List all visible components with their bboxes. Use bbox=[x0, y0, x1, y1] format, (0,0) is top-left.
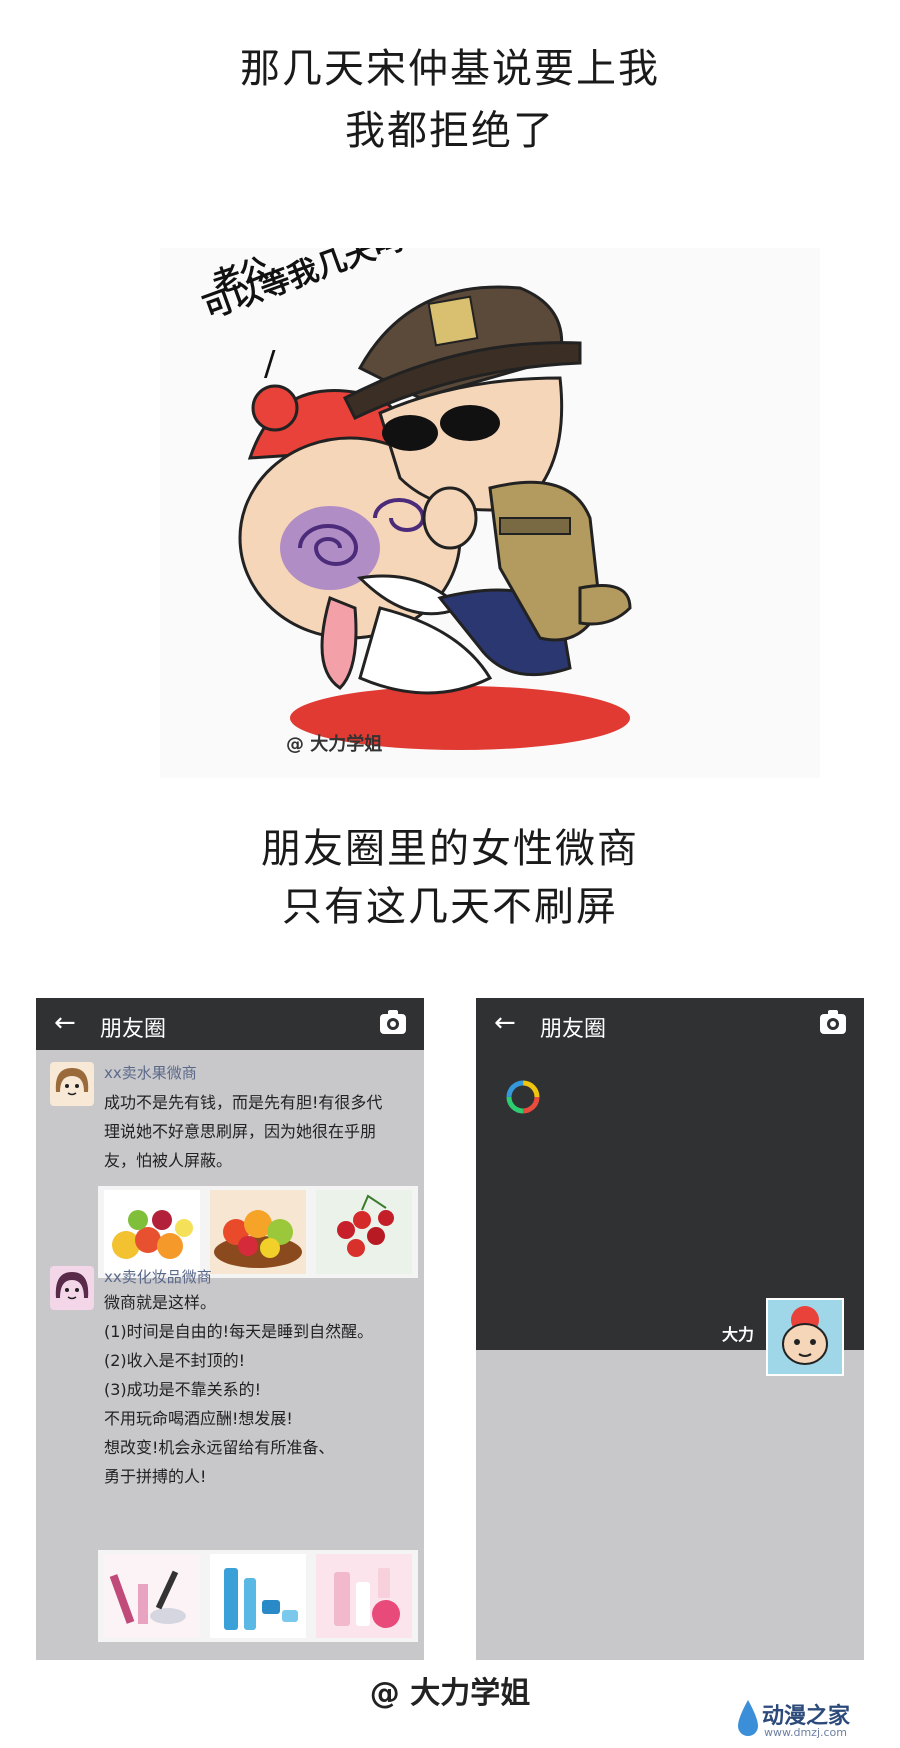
cherries-image[interactable] bbox=[316, 1190, 412, 1274]
top-caption-line1: 那几天宋仲基说要上我 bbox=[240, 46, 660, 92]
top-bar: ← 朋友圈 bbox=[476, 998, 864, 1050]
post-images bbox=[98, 1186, 418, 1278]
left-phone-screen: ← 朋友圈 xx卖水果微商 成功不是先有钱，而是先有胆!有很多代 理说她不好意思… bbox=[36, 998, 424, 1660]
top-bar: ← 朋友圈 bbox=[36, 998, 424, 1050]
top-caption-line2: 我都拒绝了 bbox=[345, 108, 555, 154]
post-username[interactable]: xx卖水果微商 bbox=[104, 1062, 197, 1083]
profile-username[interactable]: 大力 bbox=[722, 1321, 754, 1345]
fruit-basket-image[interactable] bbox=[104, 1190, 200, 1274]
cartoon-drawing bbox=[238, 285, 632, 750]
profile-avatar[interactable] bbox=[766, 1298, 844, 1376]
water-drop-icon bbox=[738, 1700, 758, 1736]
skincare-bottles-image[interactable] bbox=[210, 1554, 306, 1638]
page-title: 朋友圈 bbox=[100, 1017, 167, 1042]
post-images bbox=[98, 1550, 418, 1642]
middle-caption-line1: 朋友圈里的女性微商 bbox=[261, 826, 639, 872]
girl-avatar-icon bbox=[50, 1062, 94, 1106]
cosmetics-set-image[interactable] bbox=[104, 1554, 200, 1638]
loading-spinner-icon bbox=[506, 1080, 540, 1114]
girl-avatar-icon bbox=[50, 1266, 94, 1310]
cartoon-illustration: 老公 可以等我几天吗~ / @ 大力学姐 bbox=[160, 248, 820, 778]
watermark: 动漫之家 www.dmzj.com bbox=[736, 1698, 876, 1742]
page-title: 朋友圈 bbox=[540, 1017, 607, 1042]
middle-caption-line2: 只有这几天不刷屏 bbox=[282, 884, 618, 930]
avatar[interactable] bbox=[50, 1266, 94, 1310]
right-phone-screen: ← 朋友圈 大力 bbox=[476, 998, 864, 1660]
avatar[interactable] bbox=[50, 1062, 94, 1106]
pink-cosmetics-image[interactable] bbox=[316, 1554, 412, 1638]
post-text: 微商就是这样。 (1)时间是自由的!每天是睡到自然醒。 (2)收入是不封顶的! … bbox=[104, 1293, 374, 1486]
camera-icon[interactable] bbox=[380, 1010, 406, 1034]
camera-icon[interactable] bbox=[820, 1010, 846, 1034]
watermark-url: www.dmzj.com bbox=[764, 1726, 847, 1739]
post-text: 成功不是先有钱，而是先有胆!有很多代 理说她不好意思刷屏，因为她很在乎朋 友，怕… bbox=[104, 1093, 383, 1170]
illustration-signature: @ 大力学姐 bbox=[286, 734, 383, 755]
back-arrow-icon[interactable]: ← bbox=[54, 1008, 76, 1038]
back-arrow-icon[interactable]: ← bbox=[494, 1008, 516, 1038]
speech-tail: / bbox=[264, 344, 276, 384]
post-username[interactable]: xx卖化妆品微商 bbox=[104, 1266, 212, 1287]
cartoon-girl-avatar-icon bbox=[768, 1300, 842, 1374]
fruit-bowl-image[interactable] bbox=[210, 1190, 306, 1274]
